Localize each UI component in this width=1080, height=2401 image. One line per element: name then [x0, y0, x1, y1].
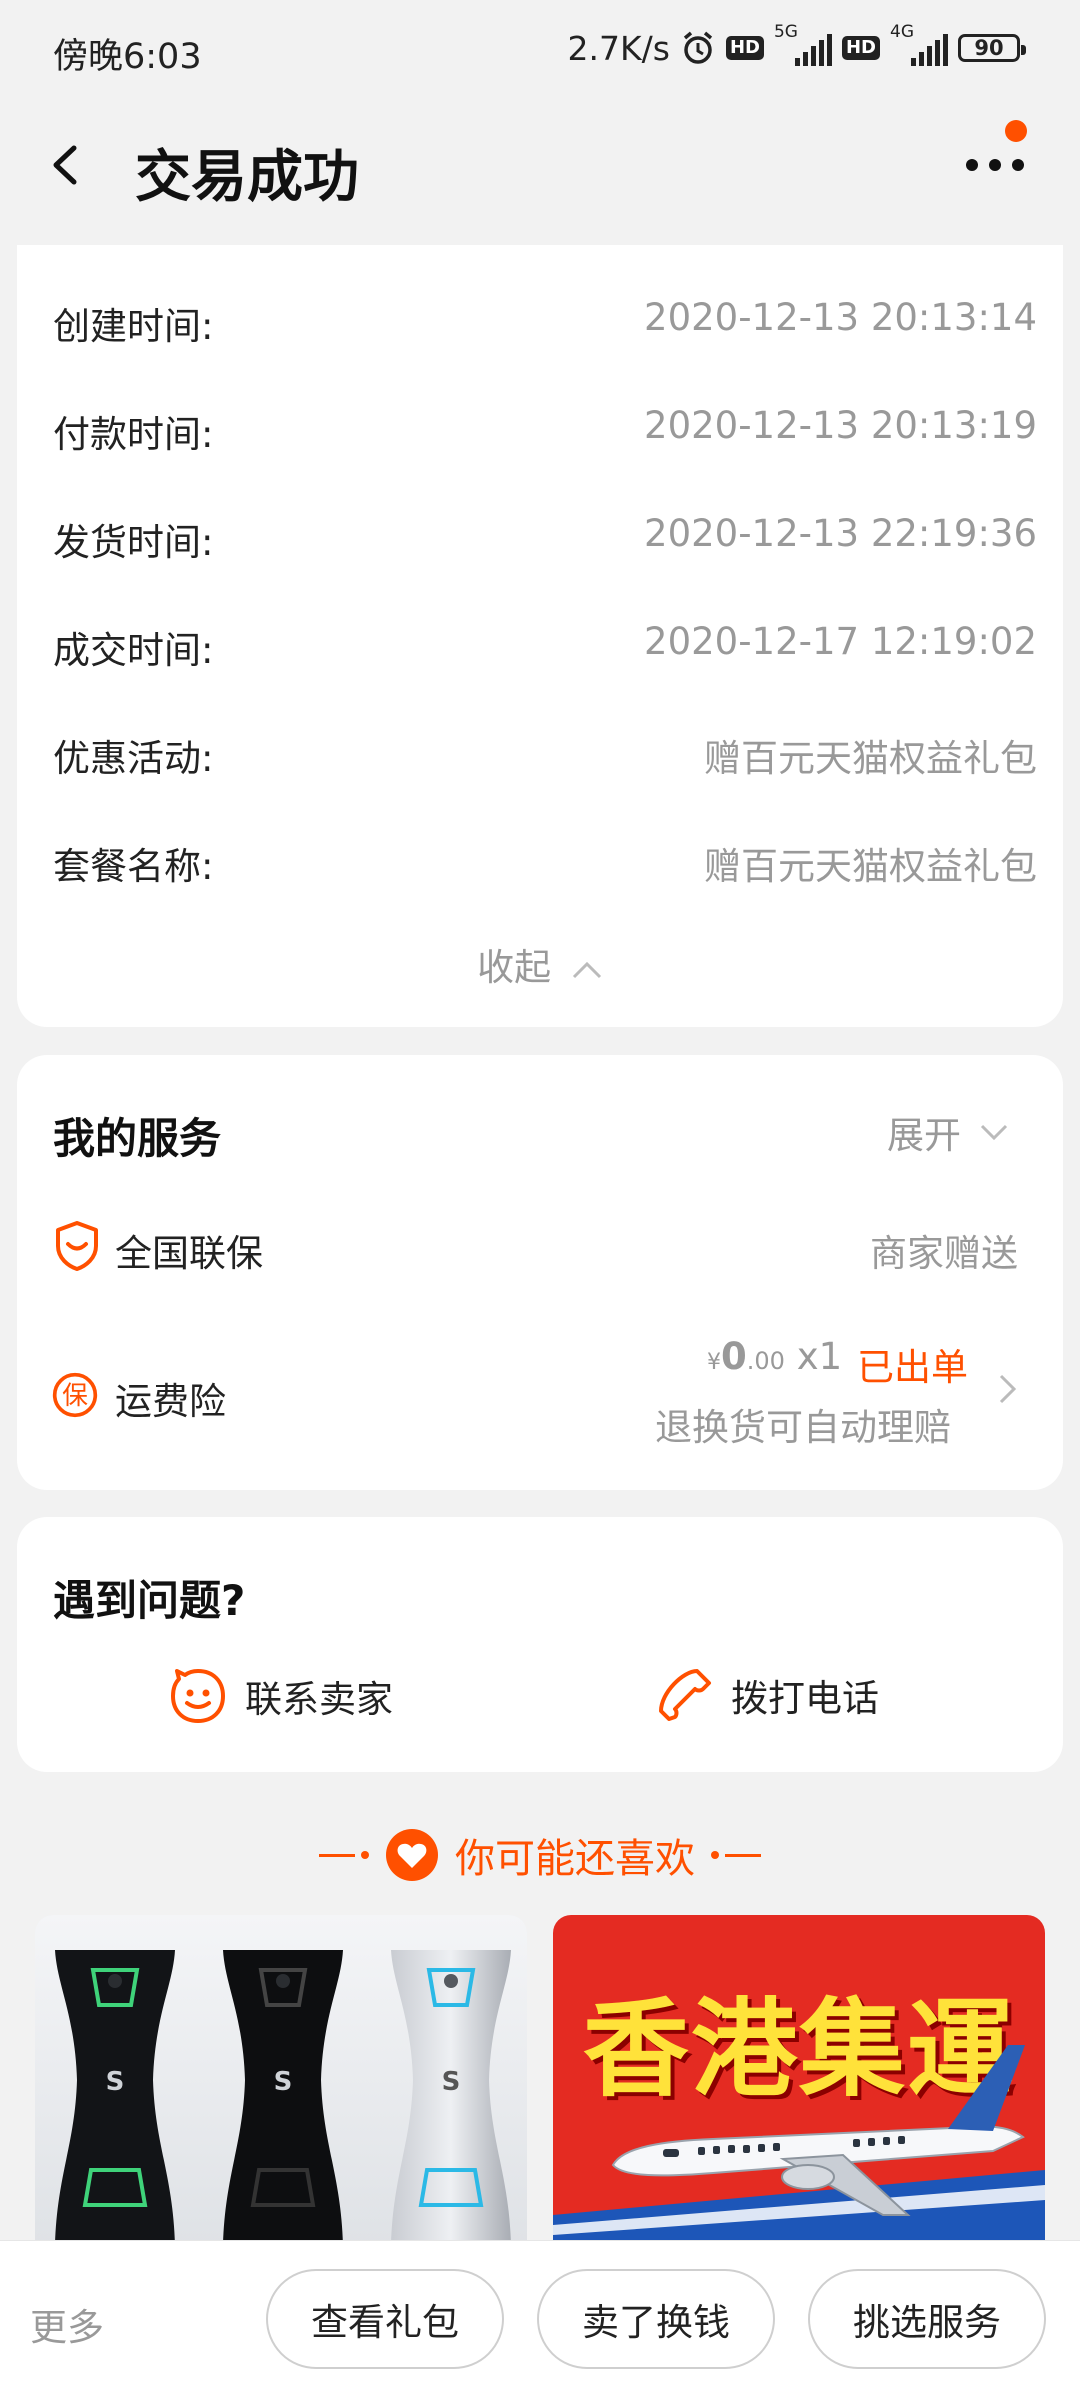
- net-speed: 2.7K/s: [567, 28, 670, 68]
- currency-symbol: ¥: [707, 1350, 721, 1375]
- detail-label: 创建时间:: [53, 305, 214, 348]
- insurance-price: ¥0.00 x1: [707, 1335, 842, 1378]
- collapse-label: 收起: [477, 946, 552, 989]
- warranty-label: 全国联保: [115, 1232, 263, 1275]
- detail-value: 赠百元天猫权益礼包: [704, 737, 1037, 780]
- back-arrow-icon[interactable]: [42, 140, 92, 190]
- detail-value: 2020-12-13 20:13:14: [644, 296, 1037, 339]
- choose-service-button[interactable]: 挑选服务: [808, 2269, 1046, 2369]
- phone-icon: [659, 1669, 711, 1721]
- collapse-toggle[interactable]: 收起: [17, 937, 1063, 991]
- contact-seller-label: 联系卖家: [245, 1678, 393, 1721]
- battery-icon: 90: [958, 34, 1026, 62]
- detail-value: 2020-12-13 22:19:36: [644, 512, 1037, 555]
- battery-level: 90: [974, 36, 1004, 60]
- chevron-up-icon: [572, 961, 601, 978]
- price-decimal: .00: [746, 1347, 785, 1375]
- expand-label: 展开: [887, 1114, 961, 1157]
- call-phone-button[interactable]: 拨打电话: [657, 1667, 879, 1723]
- signal-4g-icon: 4G: [890, 22, 948, 68]
- shipping-insurance-label: 运费险: [115, 1380, 226, 1423]
- detail-row-created: 创建时间: 2020-12-13 20:13:14: [53, 288, 1037, 348]
- detail-label: 发货时间:: [53, 521, 214, 564]
- alarm-icon: [683, 31, 713, 64]
- detail-row-shipped: 发货时间: 2020-12-13 22:19:36: [53, 504, 1037, 564]
- detail-label: 付款时间:: [53, 413, 214, 456]
- detail-label: 优惠活动:: [53, 737, 214, 780]
- signal-5g-icon: 5G: [774, 22, 832, 68]
- divider-left: [319, 1851, 369, 1859]
- detail-row-paid: 付款时间: 2020-12-13 20:13:19: [53, 396, 1037, 456]
- status-indicators: 2.7K/s HD 5G HD 4G 90: [567, 22, 1026, 70]
- insurance-quantity: x1: [796, 1335, 843, 1378]
- sell-for-cash-button[interactable]: 卖了换钱: [537, 2269, 775, 2369]
- detail-value: 2020-12-13 20:13:19: [644, 404, 1037, 447]
- detail-value: 赠百元天猫权益礼包: [704, 845, 1037, 888]
- heart-icon: [386, 1829, 438, 1881]
- detail-row-promotion: 优惠活动: 赠百元天猫权益礼包: [53, 720, 1037, 780]
- page-title: 交易成功: [135, 145, 359, 210]
- detail-label: 成交时间:: [53, 629, 214, 672]
- hd-badge: HD: [725, 36, 764, 60]
- contact-seller-button[interactable]: 联系卖家: [169, 1667, 393, 1725]
- chat-face-icon: [171, 1669, 225, 1723]
- services-title: 我的服务: [53, 1114, 222, 1163]
- shield-icon: [56, 1221, 98, 1271]
- svg-text:S: S: [442, 2067, 461, 2097]
- chevron-right-icon[interactable]: [997, 1373, 1017, 1405]
- insurance-icon: 保: [52, 1372, 98, 1418]
- warranty-value: 商家赠送: [870, 1232, 1018, 1275]
- help-title: 遇到问题?: [53, 1576, 246, 1625]
- divider-right: [711, 1851, 761, 1859]
- recommend-header: 你可能还喜欢: [0, 1820, 1080, 1890]
- chevron-down-icon: [980, 1124, 1008, 1141]
- airplane-image: [553, 2045, 1045, 2245]
- services-card: 我的服务 展开 全国联保 商家赠送 保 运费险 ¥0.00 x1 已出单 退换货…: [17, 1055, 1063, 1490]
- svg-text:保: 保: [62, 1381, 88, 1411]
- detail-value: 2020-12-17 12:19:02: [644, 620, 1037, 663]
- insurance-note: 退换货可自动理赔: [655, 1406, 951, 1449]
- status-bar: 傍晚6:03 2.7K/s HD 5G HD 4G 90: [0, 0, 1080, 100]
- svg-text:S: S: [274, 2067, 293, 2097]
- recommended-product-phone-covers[interactable]: S S S: [35, 1915, 527, 2245]
- more-link[interactable]: 更多: [30, 2297, 104, 2351]
- insurance-status: 已出单: [857, 1346, 968, 1389]
- detail-row-package: 套餐名称: 赠百元天猫权益礼包: [53, 828, 1037, 888]
- notification-dot: [1005, 120, 1027, 142]
- nav-bar: 交易成功: [0, 100, 1080, 230]
- status-time: 傍晚6:03: [53, 37, 202, 77]
- hd-badge-2: HD: [841, 36, 880, 60]
- call-phone-label: 拨打电话: [731, 1677, 879, 1720]
- price-integer: 0: [721, 1335, 747, 1378]
- detail-row-closed: 成交时间: 2020-12-17 12:19:02: [53, 612, 1037, 672]
- services-expand-toggle[interactable]: 展开: [887, 1105, 1009, 1159]
- recommended-product-hk-shipping[interactable]: 香港集運: [553, 1915, 1045, 2245]
- view-gift-pack-button[interactable]: 查看礼包: [266, 2269, 504, 2369]
- help-card: 遇到问题? 联系卖家 拨打电话: [17, 1517, 1063, 1772]
- recommend-title: 你可能还喜欢: [455, 1836, 695, 1882]
- more-options-icon[interactable]: [960, 140, 1030, 190]
- detail-label: 套餐名称:: [53, 845, 214, 888]
- phone-covers-image: S S S: [35, 1915, 527, 2245]
- svg-text:S: S: [106, 2067, 125, 2097]
- order-details-card: 创建时间: 2020-12-13 20:13:14 付款时间: 2020-12-…: [17, 245, 1063, 1027]
- bottom-action-bar: 更多 查看礼包 卖了换钱 挑选服务: [0, 2240, 1080, 2401]
